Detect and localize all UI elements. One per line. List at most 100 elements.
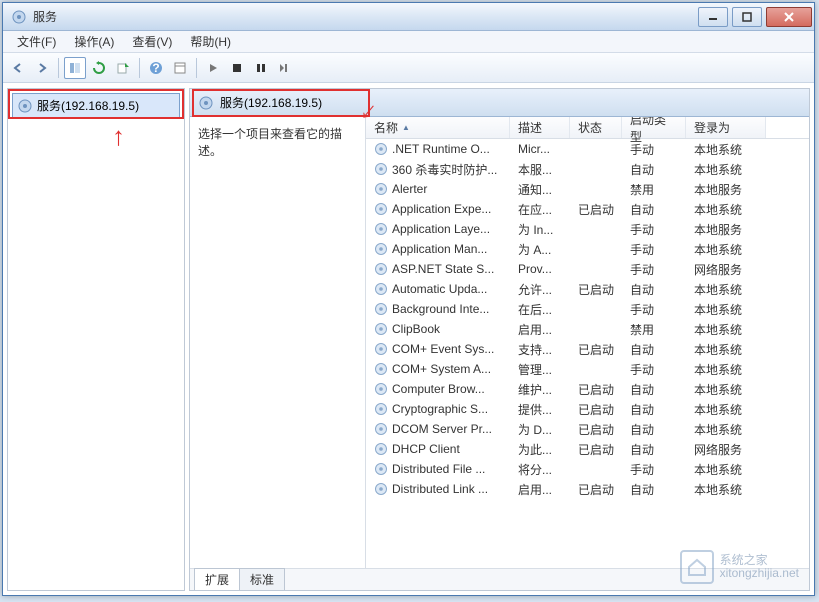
col-header-name[interactable]: 名称▲ [366, 117, 510, 138]
col-header-status[interactable]: 状态 [570, 117, 622, 138]
service-row[interactable]: Computer Brow...维护...已启动自动本地系统 [366, 379, 809, 399]
service-row[interactable]: Distributed Link ...启用...已启动自动本地系统 [366, 479, 809, 499]
annotation-arrow-icon: ↑ [112, 121, 125, 152]
service-row[interactable]: Application Expe...在应...已启动自动本地系统 [366, 199, 809, 219]
toolbar: ? [3, 53, 814, 83]
cell-desc: 在应... [510, 201, 570, 218]
cell-desc: 提供... [510, 401, 570, 418]
stop-service-button[interactable] [226, 57, 248, 79]
service-row[interactable]: Cryptographic S...提供...已启动自动本地系统 [366, 399, 809, 419]
cell-logon: 本地系统 [686, 481, 766, 498]
cell-start: 手动 [622, 221, 686, 238]
cell-logon: 本地服务 [686, 181, 766, 198]
tab-standard[interactable]: 标准 [239, 568, 285, 590]
cell-desc: 为此... [510, 441, 570, 458]
menu-file[interactable]: 文件(F) [9, 31, 64, 52]
cell-name: Alerter [366, 182, 510, 196]
cell-desc: 管理... [510, 361, 570, 378]
back-button[interactable] [7, 57, 29, 79]
list-body[interactable]: .NET Runtime O...Micr...手动本地系统360 杀毒实时防护… [366, 139, 809, 568]
cell-logon: 本地系统 [686, 281, 766, 298]
window-controls [698, 7, 814, 27]
show-hide-tree-button[interactable] [64, 57, 86, 79]
cell-desc: 在后... [510, 301, 570, 318]
service-row[interactable]: COM+ Event Sys...支持...已启动自动本地系统 [366, 339, 809, 359]
cell-logon: 本地系统 [686, 421, 766, 438]
pause-service-button[interactable] [250, 57, 272, 79]
cell-status: 已启动 [570, 341, 622, 358]
pane-header-title: 服务(192.168.19.5) [220, 94, 322, 111]
menu-action[interactable]: 操作(A) [66, 31, 122, 52]
gear-icon [374, 482, 388, 496]
sort-ascending-icon: ▲ [402, 123, 410, 132]
properties-button[interactable] [169, 57, 191, 79]
cell-name: DCOM Server Pr... [366, 422, 510, 436]
service-row[interactable]: Distributed File ...将分...手动本地系统 [366, 459, 809, 479]
maximize-button[interactable] [732, 7, 762, 27]
gear-icon [374, 442, 388, 456]
cell-status: 已启动 [570, 441, 622, 458]
col-header-start[interactable]: 启动类型 [622, 117, 686, 138]
cell-logon: 本地系统 [686, 141, 766, 158]
restart-service-button[interactable] [274, 57, 296, 79]
service-row[interactable]: COM+ System A...管理...手动本地系统 [366, 359, 809, 379]
service-row[interactable]: Application Man...为 A...手动本地系统 [366, 239, 809, 259]
cell-logon: 本地系统 [686, 361, 766, 378]
cell-desc: 为 In... [510, 221, 570, 238]
menubar: 文件(F) 操作(A) 查看(V) 帮助(H) [3, 31, 814, 53]
menu-help[interactable]: 帮助(H) [182, 31, 239, 52]
cell-name: Cryptographic S... [366, 402, 510, 416]
cell-name: ClipBook [366, 322, 510, 336]
service-row[interactable]: .NET Runtime O...Micr...手动本地系统 [366, 139, 809, 159]
help-button[interactable]: ? [145, 57, 167, 79]
service-row[interactable]: Automatic Upda...允许...已启动自动本地系统 [366, 279, 809, 299]
tree-root-services[interactable]: 服务(192.168.19.5) [12, 93, 180, 118]
cell-start: 自动 [622, 341, 686, 358]
service-row[interactable]: DHCP Client为此...已启动自动网络服务 [366, 439, 809, 459]
cell-start: 自动 [622, 381, 686, 398]
minimize-button[interactable] [698, 7, 728, 27]
cell-start: 手动 [622, 141, 686, 158]
service-row[interactable]: ASP.NET State S...Prov...手动网络服务 [366, 259, 809, 279]
cell-start: 自动 [622, 201, 686, 218]
service-row[interactable]: Application Laye...为 In...手动本地服务 [366, 219, 809, 239]
cell-desc: 为 A... [510, 241, 570, 258]
cell-start: 自动 [622, 161, 686, 178]
service-row[interactable]: 360 杀毒实时防护...本服...自动本地系统 [366, 159, 809, 179]
service-row[interactable]: DCOM Server Pr...为 D...已启动自动本地系统 [366, 419, 809, 439]
cell-logon: 本地系统 [686, 461, 766, 478]
start-service-button[interactable] [202, 57, 224, 79]
export-list-button[interactable] [112, 57, 134, 79]
cell-name: Automatic Upda... [366, 282, 510, 296]
menu-view[interactable]: 查看(V) [124, 31, 180, 52]
cell-name: Distributed File ... [366, 462, 510, 476]
cell-start: 手动 [622, 241, 686, 258]
main-pane: 服务(192.168.19.5) 选择一个项目来查看它的描述。 名称▲ 描述 状… [189, 88, 810, 591]
cell-desc: Micr... [510, 142, 570, 156]
service-row[interactable]: Alerter通知...禁用本地服务 [366, 179, 809, 199]
col-header-logon[interactable]: 登录为 [686, 117, 766, 138]
tab-extended[interactable]: 扩展 [194, 568, 240, 590]
cell-name: COM+ System A... [366, 362, 510, 376]
gear-icon [374, 402, 388, 416]
cell-logon: 本地系统 [686, 381, 766, 398]
col-header-desc[interactable]: 描述 [510, 117, 570, 138]
tree-pane[interactable]: 服务(192.168.19.5) ↑ [7, 88, 185, 591]
gear-icon [374, 422, 388, 436]
cell-logon: 网络服务 [686, 441, 766, 458]
gear-icon [374, 182, 388, 196]
cell-desc: 通知... [510, 181, 570, 198]
services-app-icon [11, 9, 27, 25]
cell-name: DHCP Client [366, 442, 510, 456]
close-button[interactable] [766, 7, 812, 27]
description-hint: 选择一个项目来查看它的描述。 [198, 125, 357, 159]
gear-icon [374, 282, 388, 296]
titlebar[interactable]: 服务 [3, 3, 814, 31]
service-row[interactable]: Background Inte...在后...手动本地系统 [366, 299, 809, 319]
refresh-icon[interactable] [88, 57, 110, 79]
toolbar-separator [139, 58, 140, 78]
service-row[interactable]: ClipBook启用...禁用本地系统 [366, 319, 809, 339]
toolbar-separator [196, 58, 197, 78]
toolbar-separator [58, 58, 59, 78]
forward-button[interactable] [31, 57, 53, 79]
